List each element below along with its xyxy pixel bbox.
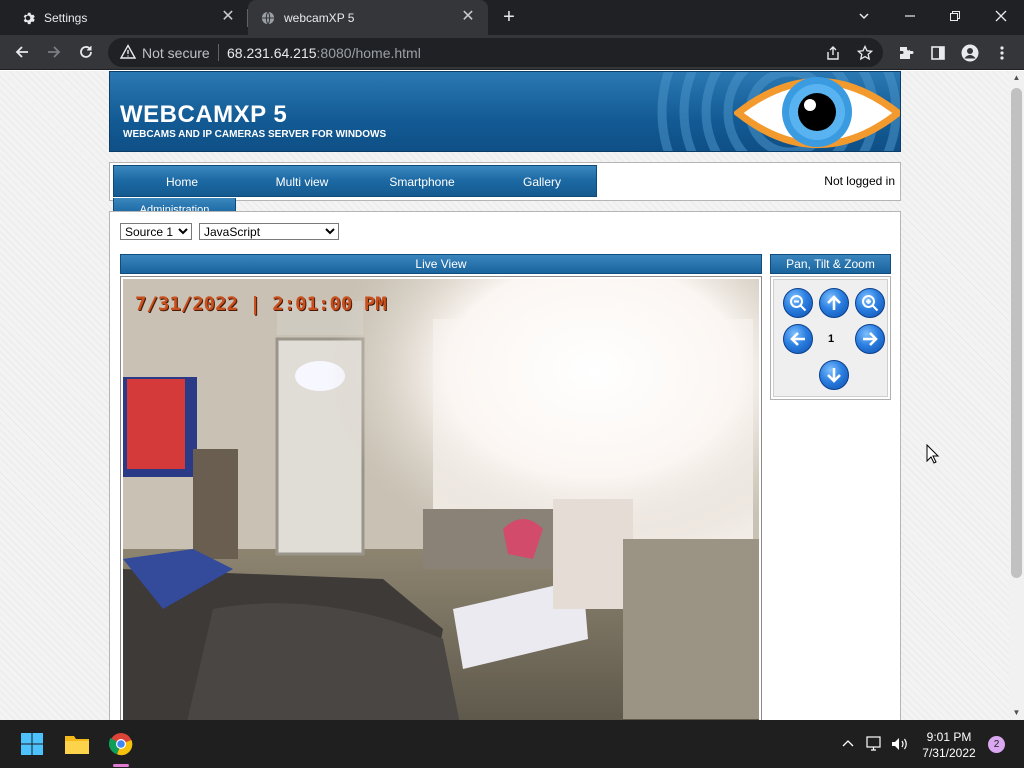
notification-badge[interactable]: 2 — [988, 736, 1005, 753]
zoom-in-button[interactable] — [855, 288, 885, 318]
main-nav: Home Multi view Smartphone Gallery — [113, 165, 597, 197]
scroll-down-arrow-icon[interactable]: ▼ — [1009, 706, 1024, 720]
scroll-up-arrow-icon[interactable]: ▲ — [1009, 71, 1024, 85]
gear-icon — [20, 10, 36, 26]
nav-multi-view[interactable]: Multi view — [242, 175, 362, 189]
forward-arrow-icon[interactable] — [41, 39, 67, 65]
page-viewport: WEBCAMXP 5 WEBCAMS AND IP CAMERAS SERVER… — [0, 71, 1009, 720]
globe-icon — [260, 10, 276, 26]
tab-webcamxp[interactable]: webcamXP 5 ✕ — [248, 0, 488, 35]
chevron-up-icon[interactable] — [833, 729, 863, 759]
file-explorer-icon[interactable] — [62, 729, 92, 759]
tab-settings[interactable]: Settings ✕ — [0, 0, 248, 35]
close-tab-icon[interactable]: ✕ — [220, 9, 236, 25]
zoom-in-icon — [862, 295, 879, 312]
ptz-panel: 1 — [770, 276, 891, 400]
running-indicator — [113, 764, 129, 767]
windows-start-icon[interactable] — [17, 729, 47, 759]
browser-toolbar: Not secure 68.231.64.215:8080/home.html — [0, 35, 1024, 70]
tilt-down-button[interactable] — [819, 360, 849, 390]
live-view-frame: 7/31/2022 | 2:01:00 PM — [120, 276, 762, 720]
pan-right-button[interactable] — [855, 324, 885, 354]
arrow-left-icon — [790, 332, 805, 346]
site-title: WEBCAMXP 5 — [120, 101, 288, 128]
ptz-preset-number: 1 — [827, 333, 835, 345]
login-status: Not logged in — [824, 174, 895, 188]
site-header-banner: WEBCAMXP 5 WEBCAMS AND IP CAMERAS SERVER… — [109, 71, 901, 152]
close-tab-icon[interactable]: ✕ — [460, 9, 476, 25]
windows-taskbar: 9:01 PM 7/31/2022 2 — [0, 720, 1024, 768]
url-host: 68.231.64.215 — [227, 45, 317, 61]
profile-avatar-icon[interactable] — [961, 44, 979, 62]
site-subtitle: WEBCAMS AND IP CAMERAS SERVER FOR WINDOW… — [123, 129, 387, 140]
browser-tab-strip: Settings ✕ webcamXP 5 ✕ + — [0, 0, 1024, 35]
pan-left-button[interactable] — [783, 324, 813, 354]
vertical-scrollbar[interactable]: ▲ ▼ — [1009, 71, 1024, 720]
live-view-header: Live View — [120, 254, 762, 274]
share-icon[interactable] — [824, 44, 842, 62]
zoom-out-button[interactable] — [783, 288, 813, 318]
nav-container: Home Multi view Smartphone Gallery Admin… — [109, 162, 901, 213]
zoom-out-icon — [790, 295, 807, 312]
warning-triangle-icon[interactable] — [119, 44, 137, 63]
clock-date: 7/31/2022 — [922, 746, 976, 760]
mouse-pointer-icon — [926, 444, 940, 464]
divider — [218, 44, 219, 61]
camera-timestamp: 7/31/2022 | 2:01:00 PM — [135, 293, 387, 315]
reload-icon[interactable] — [73, 39, 99, 65]
ptz-controls: 1 — [773, 279, 888, 397]
ptz-header: Pan, Tilt & Zoom — [770, 254, 891, 274]
tab-search-chevron-icon[interactable] — [850, 3, 878, 31]
new-tab-button[interactable]: + — [497, 6, 521, 30]
viewer-mode-select[interactable]: JavaScript — [199, 223, 339, 240]
close-window-icon[interactable] — [987, 3, 1015, 31]
eye-logo-icon — [734, 77, 900, 148]
address-bar[interactable]: Not secure 68.231.64.215:8080/home.html — [108, 38, 883, 67]
minimize-icon[interactable] — [896, 3, 924, 31]
tab-title: webcamXP 5 — [284, 10, 355, 25]
taskbar-clock[interactable]: 9:01 PM 7/31/2022 — [912, 729, 986, 761]
arrow-up-icon — [827, 295, 841, 310]
arrow-down-icon — [827, 368, 841, 383]
main-content: Source 1 JavaScript Live View 7/31/2022 … — [109, 211, 901, 720]
chrome-taskbar-icon[interactable] — [106, 729, 136, 759]
side-panel-icon[interactable] — [929, 44, 947, 62]
source-select[interactable]: Source 1 — [120, 223, 192, 240]
scrollbar-thumb[interactable] — [1011, 88, 1022, 578]
url-path: :8080/home.html — [316, 45, 421, 61]
camera-image — [123, 279, 759, 720]
nav-smartphone[interactable]: Smartphone — [362, 175, 482, 189]
tab-title: Settings — [44, 10, 88, 25]
camera-feed[interactable]: 7/31/2022 | 2:01:00 PM — [123, 279, 759, 720]
tilt-up-button[interactable] — [819, 288, 849, 318]
nav-gallery[interactable]: Gallery — [482, 175, 602, 189]
back-arrow-icon[interactable] — [9, 39, 35, 65]
arrow-right-icon — [863, 332, 878, 346]
restore-icon[interactable] — [941, 3, 969, 31]
extensions-puzzle-icon[interactable] — [897, 44, 915, 62]
menu-kebab-icon[interactable] — [993, 44, 1011, 62]
nav-home[interactable]: Home — [122, 175, 242, 189]
security-label[interactable]: Not secure — [142, 45, 210, 61]
url-text[interactable]: 68.231.64.215:8080/home.html — [227, 45, 421, 61]
volume-icon[interactable] — [885, 729, 915, 759]
bookmark-star-icon[interactable] — [856, 44, 874, 62]
clock-time: 9:01 PM — [926, 730, 972, 744]
